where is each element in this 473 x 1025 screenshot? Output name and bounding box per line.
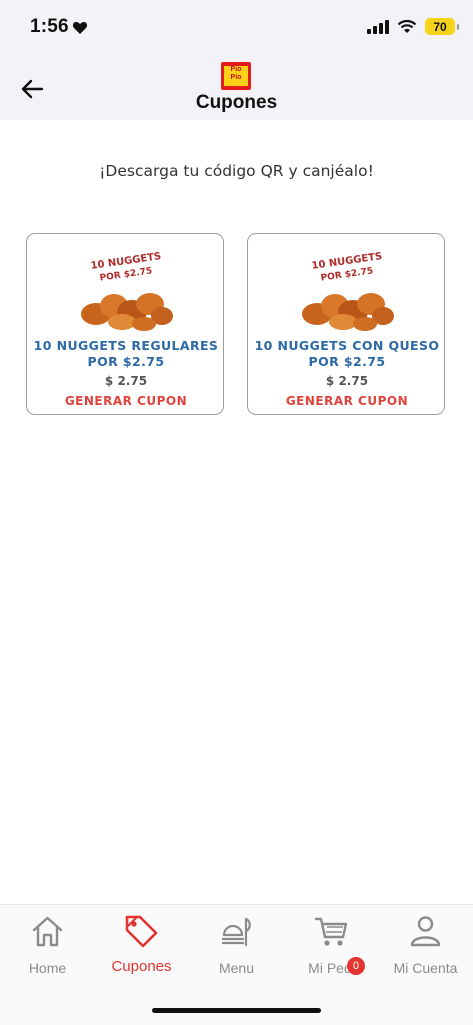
page-subtitle: ¡Descarga tu código QR y canjéalo!	[99, 162, 374, 180]
tab-label: Mi Cuenta	[393, 960, 458, 976]
tab-home[interactable]: Home	[0, 905, 95, 985]
status-icons: 70	[367, 18, 459, 35]
generate-coupon-button[interactable]: GENERAR CUPON	[27, 394, 225, 408]
coupon-name: 10 NUGGETS REGULARES POR $2.75	[33, 338, 219, 369]
logo-text-bottom: Pio	[230, 74, 242, 81]
tab-label: Cupones	[111, 958, 172, 975]
status-time: 1:56	[30, 16, 69, 37]
home-indicator	[152, 1008, 321, 1013]
cart-icon	[314, 917, 348, 946]
food-tray-icon	[222, 917, 251, 947]
tab-menu[interactable]: Menu	[189, 905, 284, 985]
wifi-icon	[397, 19, 417, 33]
coupon-image: 10 NUGGETS POR $2.75	[74, 246, 178, 336]
user-icon	[410, 916, 441, 947]
battery-level: 70	[433, 19, 447, 34]
status-bar: 1:56 70	[0, 0, 473, 58]
coupon-price: $ 2.75	[325, 374, 369, 388]
generate-coupon-button[interactable]: GENERAR CUPON	[248, 394, 446, 408]
tab-mi-pedido[interactable]: Mi Pedi	[284, 905, 379, 985]
battery-icon: 70	[425, 18, 459, 35]
home-icon	[32, 916, 63, 947]
signal-icon	[367, 19, 389, 34]
coupon-card[interactable]: 10 NUGGETS POR $2.75 10 NUGGETS REGULARE…	[26, 233, 224, 415]
coupon-card[interactable]: 10 NUGGETS POR $2.75 10 NUGGETS CON QUES…	[247, 233, 445, 415]
tab-cupones[interactable]: Cupones	[94, 905, 189, 985]
coupon-name: 10 NUGGETS CON QUESO POR $2.75	[254, 338, 440, 369]
coupon-tag-icon	[125, 915, 158, 948]
brand-logo: Pio Pio	[221, 62, 251, 90]
coupon-image: 10 NUGGETS POR $2.75	[295, 246, 399, 336]
cart-count-badge: 0	[347, 957, 365, 975]
coupon-price: $ 2.75	[104, 374, 148, 388]
tab-label: Home	[28, 960, 67, 976]
nuggets-illustration	[302, 293, 394, 331]
nuggets-illustration	[81, 293, 173, 331]
tab-mi-cuenta[interactable]: Mi Cuenta	[378, 905, 473, 985]
nav-bar: Pio Pio Cupones	[0, 58, 473, 120]
page-title: Cupones	[195, 92, 278, 113]
tab-bar: Home Cupones Menu Mi Pedi 0 Mi Cuenta	[0, 904, 473, 1025]
heart-icon	[72, 22, 88, 34]
logo-text-top: Pio	[230, 66, 242, 73]
tab-label: Menu	[218, 960, 255, 976]
